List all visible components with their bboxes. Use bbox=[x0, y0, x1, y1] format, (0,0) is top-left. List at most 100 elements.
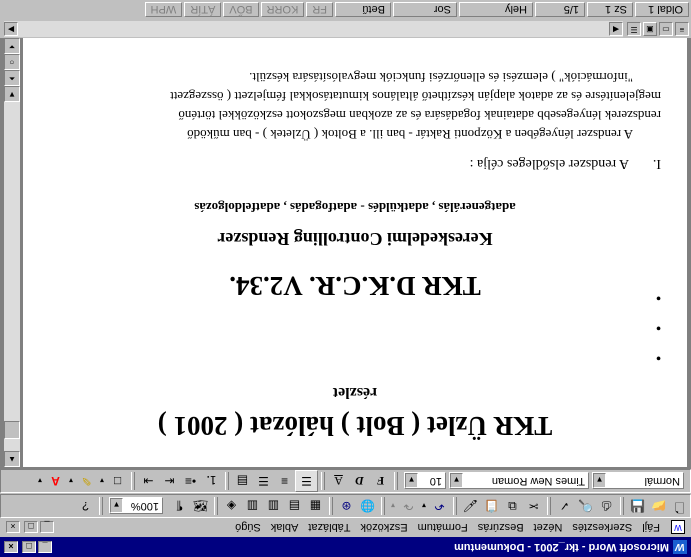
menu-format[interactable]: Formátum bbox=[413, 522, 473, 534]
scroll-right-icon[interactable]: ▶ bbox=[4, 22, 18, 36]
system-title: TKR D.K.C.R. V2.34. bbox=[229, 271, 481, 301]
browse-object-icon[interactable]: ○ bbox=[4, 54, 20, 70]
status-mode-wph[interactable]: WPH bbox=[144, 2, 183, 18]
increase-indent-icon[interactable]: ⇥ bbox=[138, 471, 159, 491]
status-mode-extend[interactable]: BŐV bbox=[223, 2, 259, 18]
show-hide-icon[interactable]: ¶ bbox=[169, 496, 190, 516]
menu-view[interactable]: Nézet bbox=[529, 522, 568, 534]
chevron-down-icon[interactable]: ▼ bbox=[110, 498, 123, 514]
paragraph-line: "információk" ) elemzési és ellenőrzési … bbox=[249, 70, 633, 85]
insert-excel-icon[interactable]: ▥ bbox=[263, 496, 284, 516]
doc-close-button[interactable]: × bbox=[6, 521, 20, 534]
align-right-icon[interactable]: ☰ bbox=[253, 471, 274, 491]
menu-table[interactable]: Táblázat bbox=[303, 522, 355, 534]
word-app-icon[interactable]: W bbox=[673, 540, 687, 554]
new-document-icon[interactable]: 🗋 bbox=[669, 496, 690, 516]
document-title: TKR Üzlet ( Bolt ) hálózat ( 2001 ) bbox=[157, 411, 553, 441]
scroll-up-icon[interactable]: ▲ bbox=[4, 451, 20, 467]
italic-button[interactable]: D bbox=[349, 471, 370, 491]
doc-minimize-button[interactable]: _ bbox=[40, 521, 54, 534]
font-color-icon[interactable]: A bbox=[45, 471, 66, 491]
font-value: Times New Roman bbox=[491, 475, 585, 488]
font-size-select[interactable]: 10 ▼ bbox=[404, 472, 446, 490]
align-center-icon[interactable]: ≡ bbox=[274, 471, 295, 491]
help-icon[interactable]: ? bbox=[75, 496, 96, 516]
cut-icon[interactable]: ✂ bbox=[523, 496, 544, 516]
paragraph-line: megjelenítésre és az adatok alapján kész… bbox=[170, 89, 661, 104]
status-mode-overtype[interactable]: ÁTÍR bbox=[184, 2, 222, 18]
open-folder-icon[interactable]: 📂 bbox=[648, 496, 669, 516]
undo-dropdown-icon[interactable]: ▾ bbox=[419, 496, 429, 516]
justify-icon[interactable]: ▤ bbox=[232, 471, 253, 491]
redo-dropdown-icon[interactable]: ▾ bbox=[388, 496, 398, 516]
redo-icon[interactable]: ↷ bbox=[398, 496, 419, 516]
window-title: Microsoft Word - tkr_2001 - Dokumentum bbox=[454, 541, 669, 553]
normal-view-icon[interactable]: ≡ bbox=[675, 22, 689, 36]
chevron-down-icon[interactable]: ▼ bbox=[593, 473, 606, 489]
vertical-scrollbar[interactable]: ▲ ▼ ⏶ ○ ⏷ bbox=[4, 38, 20, 467]
align-left-icon[interactable]: ☰ bbox=[295, 470, 318, 492]
separator bbox=[329, 497, 333, 515]
highlight-dropdown-icon[interactable]: ▾ bbox=[66, 471, 76, 491]
horizontal-scrollbar[interactable]: ◀ ▶ bbox=[4, 21, 623, 37]
format-painter-icon[interactable]: 🖌 bbox=[460, 496, 481, 516]
spelling-icon[interactable]: ✓ bbox=[554, 496, 575, 516]
print-layout-icon[interactable]: ▣ bbox=[643, 22, 657, 36]
hyperlink-icon[interactable]: 🌐 bbox=[357, 496, 378, 516]
borders-icon[interactable]: □ bbox=[107, 471, 128, 491]
maximize-button[interactable]: □ bbox=[22, 541, 36, 553]
menu-edit[interactable]: Szerkesztés bbox=[567, 522, 637, 534]
bullets-icon[interactable]: •≡ bbox=[180, 471, 201, 491]
section-heading: I. A rendszer elsődleges célja : bbox=[470, 155, 661, 171]
scroll-down-icon[interactable]: ▼ bbox=[4, 86, 20, 102]
minimize-button[interactable]: _ bbox=[38, 541, 52, 553]
web-toolbar-icon[interactable]: ⊛ bbox=[336, 496, 357, 516]
previous-page-icon[interactable]: ⏶ bbox=[4, 70, 20, 86]
next-page-icon[interactable]: ⏷ bbox=[4, 38, 20, 54]
font-select[interactable]: Times New Roman ▼ bbox=[449, 472, 589, 490]
document-icon[interactable]: W bbox=[671, 520, 685, 535]
chevron-down-icon[interactable]: ▼ bbox=[405, 473, 418, 489]
undo-icon[interactable]: ↶ bbox=[429, 496, 450, 516]
section-heading-text: A rendszer elsődleges célja : bbox=[469, 156, 629, 171]
menu-file[interactable]: Fájl bbox=[637, 522, 665, 534]
drawing-icon[interactable]: ◈ bbox=[221, 496, 242, 516]
columns-icon[interactable]: ▥ bbox=[242, 496, 263, 516]
copy-icon[interactable]: ⧉ bbox=[502, 496, 523, 516]
save-icon[interactable]: 💾 bbox=[627, 496, 648, 516]
system-functions: adatgenerálás , adatküldés - adatfogadás… bbox=[194, 200, 516, 215]
menu-tools[interactable]: Eszközök bbox=[356, 522, 413, 534]
menu-help[interactable]: Súgó bbox=[230, 522, 266, 534]
underline-button[interactable]: A bbox=[328, 471, 349, 491]
highlight-icon[interactable]: ✎ bbox=[76, 471, 97, 491]
tables-borders-icon[interactable]: ▦ bbox=[305, 496, 326, 516]
outline-view-icon[interactable]: ☰ bbox=[627, 22, 641, 36]
insert-table-icon[interactable]: ▤ bbox=[284, 496, 305, 516]
print-preview-icon[interactable]: 🔍 bbox=[575, 496, 596, 516]
paste-icon[interactable]: 📋 bbox=[481, 496, 502, 516]
doc-restore-button[interactable]: □ bbox=[24, 521, 38, 534]
document-page[interactable]: TKR Üzlet ( Bolt ) hálózat ( 2001 ) rész… bbox=[23, 38, 687, 467]
bold-button[interactable]: F bbox=[370, 471, 391, 491]
status-page-count: 1/5 bbox=[535, 2, 585, 18]
status-mode-track[interactable]: KORR bbox=[260, 2, 305, 18]
menu-insert[interactable]: Beszúrás bbox=[473, 522, 529, 534]
status-line: Sor bbox=[393, 2, 457, 18]
zoom-select[interactable]: 100% ▼ bbox=[109, 497, 163, 515]
web-layout-icon[interactable]: ▭ bbox=[659, 22, 673, 36]
borders-dropdown-icon[interactable]: ▾ bbox=[97, 471, 107, 491]
document-map-icon[interactable]: 🗺 bbox=[190, 496, 211, 516]
menu-bar: W Fájl Szerkesztés Nézet Beszúrás Formát… bbox=[0, 518, 691, 537]
font-color-dropdown-icon[interactable]: ▾ bbox=[35, 471, 45, 491]
print-icon[interactable]: ⎙ bbox=[596, 496, 617, 516]
style-select[interactable]: Normál ▼ bbox=[592, 472, 684, 490]
chevron-down-icon[interactable]: ▼ bbox=[450, 473, 463, 489]
status-mode-rec[interactable]: FR bbox=[306, 2, 333, 18]
word-window: W Microsoft Word - tkr_2001 - Dokumentum… bbox=[0, 0, 691, 557]
close-button[interactable]: × bbox=[4, 541, 18, 553]
menu-window[interactable]: Ablak bbox=[266, 522, 304, 534]
numbering-icon[interactable]: ⒈ bbox=[201, 471, 222, 491]
decrease-indent-icon[interactable]: ⇤ bbox=[159, 471, 180, 491]
scroll-left-icon[interactable]: ◀ bbox=[609, 22, 623, 36]
scroll-thumb[interactable] bbox=[4, 421, 20, 439]
